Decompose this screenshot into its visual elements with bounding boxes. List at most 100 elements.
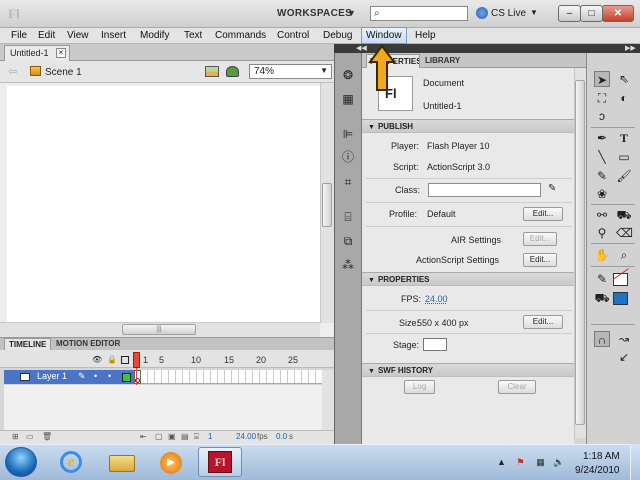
cs-live-button[interactable]: CS Live (491, 8, 526, 19)
expand-panels-icon[interactable]: ◀◀ (356, 44, 367, 52)
close-button[interactable]: ✕ (602, 5, 634, 22)
menu-debug[interactable]: Debug (320, 29, 355, 42)
menu-help[interactable]: Help (412, 29, 439, 42)
stage-vertical-scroll-thumb[interactable] (322, 183, 332, 227)
timeline-scrollbar[interactable] (322, 370, 334, 430)
start-button[interactable] (5, 447, 37, 477)
align-icon[interactable]: ⊫ (341, 127, 355, 141)
edit-symbols-icon[interactable] (226, 66, 239, 77)
lock-icon[interactable]: 🔒 (107, 355, 117, 364)
stroke-color-swatch[interactable] (613, 273, 628, 286)
back-arrow-icon[interactable]: ⇦ (8, 65, 17, 78)
document-tab[interactable]: Untitled-1 × (4, 45, 70, 61)
log-button[interactable]: Log (404, 380, 435, 394)
fps-value[interactable]: 24.00 (425, 294, 448, 304)
clock-date[interactable]: 9/24/2010 (575, 465, 620, 476)
zoom-select[interactable]: 74% ▼ (249, 64, 332, 79)
tab-library[interactable]: LIBRARY (421, 55, 464, 66)
frame-rate[interactable]: 24.00 (236, 432, 256, 441)
menu-edit[interactable]: Edit (35, 29, 58, 42)
snap-to-objects-icon[interactable]: ∩ (594, 331, 610, 347)
menu-insert[interactable]: Insert (98, 29, 129, 42)
paint-bucket-tool-icon[interactable]: ⛟ (616, 207, 632, 223)
publish-section-header[interactable]: ▼ PUBLISH (362, 119, 574, 133)
edit-multiple-frames-icon[interactable]: ▤ (181, 432, 189, 441)
modify-onion-markers-icon[interactable]: ⌸ (194, 432, 199, 442)
elapsed-time[interactable]: 0.0 (276, 432, 287, 441)
clock-time[interactable]: 1:18 AM (583, 451, 620, 462)
deco-tool-icon[interactable]: ❀ (594, 186, 610, 202)
help-search-input[interactable]: ⌕ (370, 6, 468, 21)
chevron-down-icon[interactable]: ▼ (347, 8, 356, 18)
subselection-tool-icon[interactable]: ⇖ (616, 71, 632, 87)
pencil-tool-icon[interactable]: ✎ (594, 168, 610, 184)
playhead[interactable] (133, 352, 140, 368)
size-edit-button[interactable]: Edit... (523, 315, 563, 329)
cs-live-icon[interactable] (476, 7, 488, 19)
show-hidden-icons[interactable]: ▲ (497, 457, 506, 467)
clear-button[interactable]: Clear (498, 380, 536, 394)
layer-visibility-dot[interactable]: • (94, 371, 97, 381)
stage-horizontal-scroll-thumb[interactable]: ||| (122, 324, 196, 335)
fill-color-swatch[interactable] (613, 292, 628, 305)
collapse-panels-icon[interactable]: ▶▶ (625, 44, 636, 52)
profile-edit-button[interactable]: Edit... (523, 207, 563, 221)
text-tool-icon[interactable]: T (616, 130, 632, 146)
pen-tool-icon[interactable]: ✒ (594, 130, 610, 146)
info-icon[interactable]: ⓘ (341, 150, 355, 164)
tab-timeline[interactable]: TIMELINE (4, 338, 52, 350)
onion-outline-icon[interactable]: ▣ (168, 432, 176, 441)
brush-tool-icon[interactable]: 🖌 (616, 168, 632, 184)
edit-class-icon[interactable]: ✎ (548, 183, 556, 194)
new-folder-icon[interactable]: ▭ (26, 432, 34, 441)
center-frame-icon[interactable]: ⇤ (140, 432, 147, 441)
onion-skin-icon[interactable]: ▢ (155, 432, 163, 441)
transform-icon[interactable]: ⌗ (341, 175, 355, 189)
class-field[interactable] (428, 183, 541, 197)
show-desktop-button[interactable] (630, 444, 640, 480)
stage-color-swatch[interactable] (423, 338, 447, 351)
tab-motion-editor[interactable]: MOTION EDITOR (52, 338, 124, 350)
minimize-button[interactable]: – (558, 5, 581, 22)
delete-layer-icon[interactable]: 🗑 (42, 432, 52, 441)
menu-window[interactable]: Window (361, 27, 407, 44)
menu-text[interactable]: Text (181, 29, 205, 42)
workspaces-switcher[interactable]: WORKSPACES (277, 8, 352, 19)
straighten-icon[interactable]: ↙ (616, 349, 632, 365)
current-frame[interactable]: 1 (208, 432, 212, 441)
action-center-flag-icon[interactable]: ⚑ (515, 457, 526, 468)
eye-icon[interactable]: 👁 (92, 355, 102, 364)
smooth-icon[interactable]: ↝ (616, 331, 632, 347)
layer-frames[interactable] (134, 370, 322, 384)
edit-scene-icon[interactable] (205, 66, 219, 77)
properties-section-header[interactable]: ▼ PROPERTIES (362, 272, 574, 286)
actionscript-settings-edit-button[interactable]: Edit... (523, 253, 557, 267)
new-layer-icon[interactable]: ⊞ (12, 432, 19, 441)
selection-tool-icon[interactable]: ➤ (594, 71, 610, 87)
outline-icon[interactable] (121, 356, 129, 364)
menu-file[interactable]: File (8, 29, 30, 42)
volume-icon[interactable]: 🔈 (553, 457, 564, 468)
close-icon[interactable]: × (56, 48, 66, 58)
air-settings-edit-button[interactable]: Edit... (523, 232, 557, 246)
lasso-tool-icon[interactable]: ↄ (594, 108, 610, 124)
stage[interactable] (7, 86, 320, 322)
layer-lock-dot[interactable]: • (108, 371, 111, 381)
swf-history-section-header[interactable]: ▼ SWF HISTORY (362, 363, 574, 377)
bone-tool-icon[interactable]: ⚯ (594, 207, 610, 223)
menu-modify[interactable]: Modify (137, 29, 172, 42)
menu-view[interactable]: View (64, 29, 92, 42)
component-inspector-icon[interactable]: ⁂ (341, 258, 355, 272)
network-icon[interactable]: ▦ (535, 457, 546, 468)
3d-rotation-tool-icon[interactable]: ◐ (616, 90, 632, 106)
motion-presets-icon[interactable]: ❂ (341, 68, 355, 82)
menu-commands[interactable]: Commands (212, 29, 269, 42)
layer-outline-color[interactable] (122, 373, 131, 382)
hand-tool-icon[interactable]: ✋ (594, 247, 610, 263)
eraser-tool-icon[interactable]: ⌫ (616, 225, 633, 241)
layer-name[interactable]: Layer 1 (37, 371, 67, 381)
menu-control[interactable]: Control (274, 29, 312, 42)
properties-scroll-thumb[interactable] (575, 80, 585, 425)
zoom-tool-icon[interactable]: ⌕ (616, 247, 632, 263)
swatches-icon[interactable]: ▦ (341, 92, 355, 106)
